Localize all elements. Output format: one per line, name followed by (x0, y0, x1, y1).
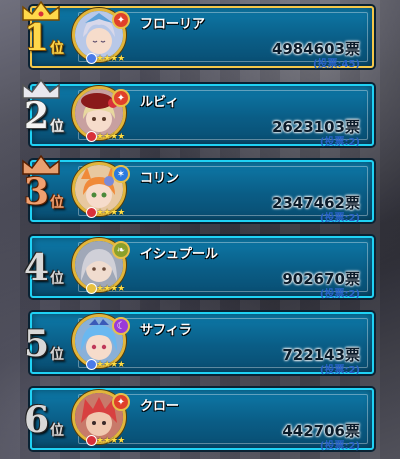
rank-suffix: 位 (50, 119, 64, 135)
rank-badge: 1 位 (0, 0, 76, 62)
rank-badge: 3 位 (0, 154, 76, 216)
character-name: クロー (140, 399, 180, 414)
rank-suffix: 位 (50, 347, 64, 363)
fire-icon: ✦ (112, 89, 130, 107)
dark-icon: ☾ (112, 317, 130, 335)
vote-detail: (投票:2) (319, 137, 360, 148)
ranking-row[interactable]: ★★★★ ✦ ルビィ 2623103票 (投票:2) 2 位 (0, 78, 400, 148)
character-name: ルビィ (140, 95, 179, 110)
rank-badge: 4 位 (0, 246, 76, 292)
rarity-stars: ★★★★ (96, 54, 125, 64)
ranking-row[interactable]: ★★★★ ✶ コリン 2347462票 (投票:2) 3 位 (0, 154, 400, 224)
character-name: イシュプール (140, 247, 219, 262)
vote-detail: (投票:2) (319, 365, 360, 376)
rank-number: 1 (24, 17, 50, 59)
rank-badge: 6 位 (0, 398, 76, 444)
fire-icon: ✦ (112, 393, 130, 411)
ranking-row[interactable]: ★★★★ ✦ クロー 442706票 (投票:2) 6 位 (0, 384, 400, 452)
rarity-stars: ★★★★ (96, 436, 125, 446)
rarity-stars: ★★★★ (96, 284, 125, 294)
vote-detail: (投票:2) (319, 213, 360, 224)
ranking-row[interactable]: ★★★★ ✦ フローリア 4984603票 (投票:45) 1 位 (0, 0, 400, 70)
rank-suffix: 位 (50, 41, 64, 57)
rank-badge: 5 位 (0, 322, 76, 368)
rank-number: 5 (24, 323, 50, 365)
rank-number: 6 (24, 399, 50, 441)
water-icon: ✶ (112, 165, 130, 183)
ranking-row[interactable]: ★★★★ ☾ サフィラ 722143票 (投票:2) 5 位 (0, 308, 400, 376)
rarity-stars: ★★★★ (96, 208, 125, 218)
wind-icon: ❧ (112, 241, 130, 259)
rank-suffix: 位 (50, 271, 64, 287)
rank-badge: 2 位 (0, 78, 76, 140)
ranking-row[interactable]: ★★★★ ❧ イシュプール 902670票 (投票:2) 4 位 (0, 232, 400, 300)
character-name: コリン (140, 171, 180, 186)
vote-detail: (投票:2) (319, 289, 360, 300)
vote-detail: (投票:45) (312, 59, 360, 70)
character-name: サフィラ (140, 323, 192, 338)
rank-number: 3 (24, 171, 50, 213)
rank-number: 2 (24, 95, 50, 137)
rank-suffix: 位 (50, 195, 64, 211)
vote-detail: (投票:2) (319, 441, 360, 452)
fire-icon: ✦ (112, 11, 130, 29)
rank-number: 4 (24, 247, 50, 289)
rarity-stars: ★★★★ (96, 132, 125, 142)
rarity-stars: ★★★★ (96, 360, 125, 370)
rank-suffix: 位 (50, 423, 64, 439)
character-name: フローリア (140, 17, 206, 32)
